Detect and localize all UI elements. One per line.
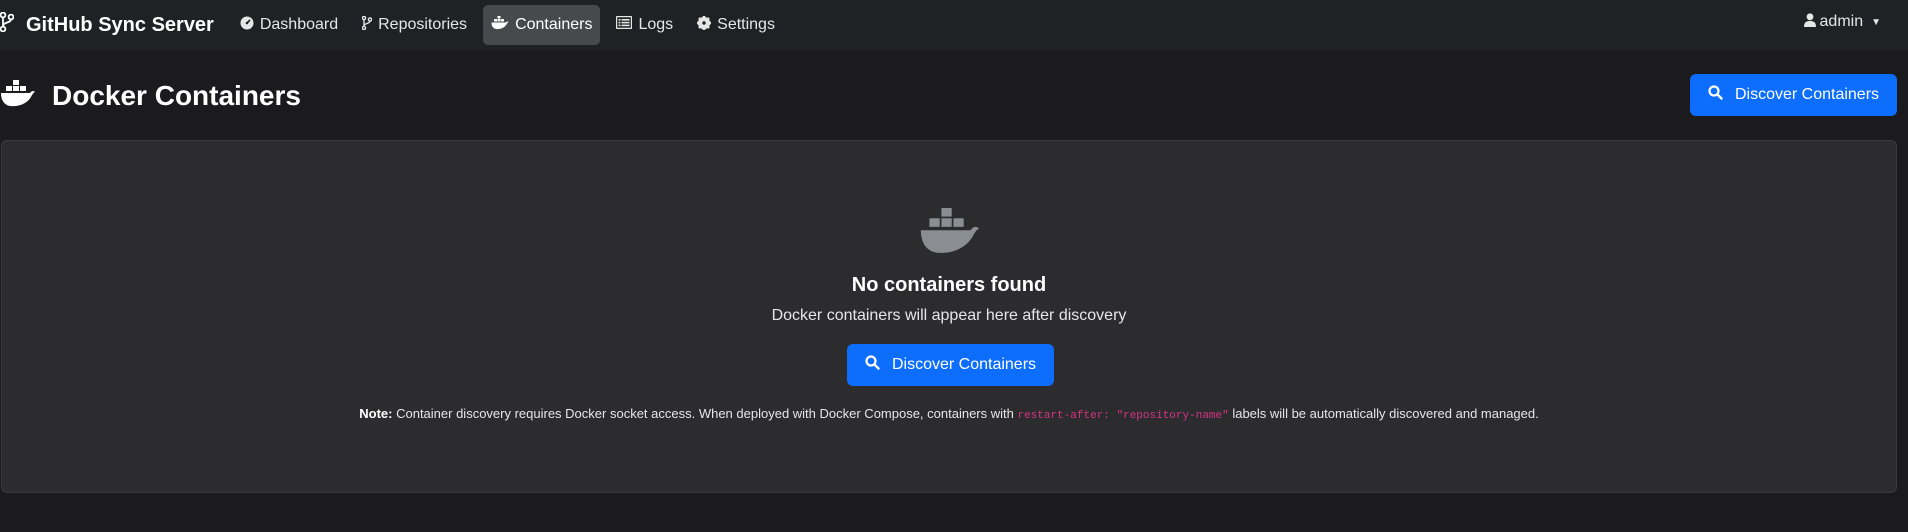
discovery-note: Note: Container discovery requires Docke… bbox=[2, 406, 1896, 422]
empty-state-title: No containers found bbox=[851, 274, 1047, 296]
discover-containers-button-empty[interactable]: Discover Containers bbox=[847, 344, 1054, 386]
brand-label: GitHub Sync Server bbox=[26, 13, 214, 36]
search-icon bbox=[1708, 85, 1735, 105]
nav-settings[interactable]: Settings bbox=[689, 5, 783, 45]
note-text-before: Container discovery requires Docker sock… bbox=[392, 406, 1018, 421]
nav-logs[interactable]: Logs bbox=[608, 5, 681, 45]
nav-dashboard-label: Dashboard bbox=[259, 16, 339, 33]
note-text-after: labels will be automatically discovered … bbox=[1228, 406, 1539, 421]
search-icon bbox=[865, 355, 892, 375]
brand[interactable]: GitHub Sync Server bbox=[0, 0, 214, 50]
nav-logs-label: Logs bbox=[638, 16, 674, 33]
docker-icon bbox=[491, 15, 515, 35]
discover-containers-label: Discover Containers bbox=[1734, 86, 1880, 103]
docker-whale-icon bbox=[918, 208, 982, 261]
nav-containers-label: Containers bbox=[515, 16, 593, 33]
nav-repositories-label: Repositories bbox=[378, 16, 468, 33]
note-code: restart-after: "repository-name" bbox=[1017, 410, 1229, 422]
dashboard-icon bbox=[240, 16, 260, 35]
empty-state-card: No containers found Docker containers wi… bbox=[1, 140, 1897, 493]
discover-containers-label: Discover Containers bbox=[891, 356, 1037, 373]
gear-icon bbox=[697, 15, 717, 35]
note-label: Note: bbox=[359, 406, 393, 421]
nav-containers[interactable]: Containers bbox=[483, 5, 601, 45]
nav-dashboard[interactable]: Dashboard bbox=[232, 5, 346, 45]
user-icon bbox=[1803, 12, 1820, 32]
caret-down-icon: ▼ bbox=[1871, 16, 1881, 28]
page-title: Docker Containers bbox=[52, 80, 301, 111]
nav-settings-label: Settings bbox=[717, 16, 775, 33]
page-header: Docker Containers bbox=[0, 74, 301, 118]
branch-icon bbox=[0, 11, 26, 38]
navbar: GitHub Sync Server Dashboard Repositorie… bbox=[0, 0, 1908, 50]
user-menu[interactable]: admin ▼ bbox=[1803, 0, 1881, 44]
user-name: admin bbox=[1819, 13, 1864, 30]
list-icon bbox=[616, 15, 638, 34]
branch-icon bbox=[361, 15, 378, 35]
docker-icon bbox=[0, 79, 52, 113]
empty-state-subtitle: Docker containers will appear here after… bbox=[771, 307, 1127, 324]
discover-containers-button[interactable]: Discover Containers bbox=[1690, 74, 1897, 116]
nav-repositories[interactable]: Repositories bbox=[354, 5, 475, 45]
